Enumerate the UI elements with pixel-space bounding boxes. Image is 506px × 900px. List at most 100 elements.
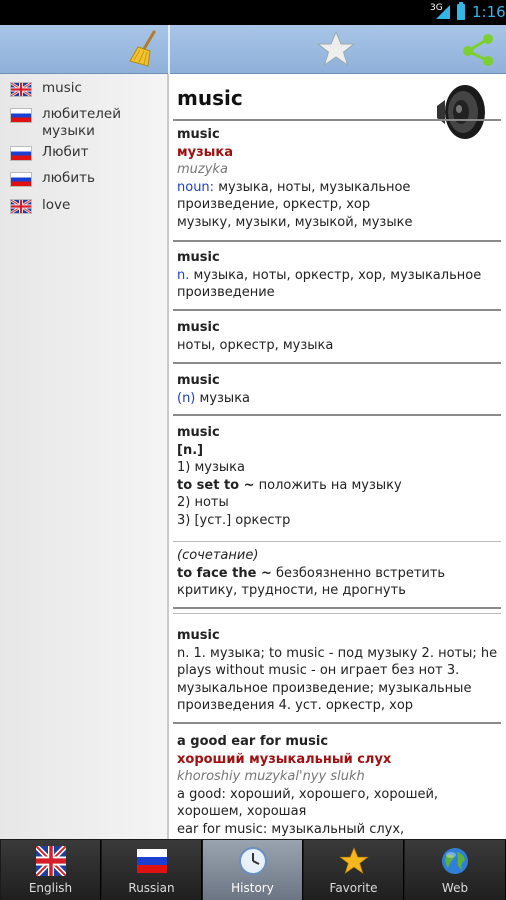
broom-icon[interactable] xyxy=(124,29,164,69)
entry-forms: музыку, музыки, музыкой, музыке xyxy=(177,214,413,230)
entry-definition: n. музыка, ноты, оркестр, хор, музыкальн… xyxy=(177,267,499,302)
sense-text: положить на музыку xyxy=(254,477,402,493)
dictionary-entry: (сочетание) to face the ~ безбоязненно в… xyxy=(177,547,499,600)
part-of-speech: (n) xyxy=(177,390,196,406)
signal-icon xyxy=(436,5,450,19)
sense-number: 2) xyxy=(177,495,191,510)
phrase: to face the ~ xyxy=(177,565,272,581)
history-item[interactable]: любителей музыки xyxy=(0,106,167,144)
entry-definition: noun: музыка, ноты, музыкальное произвед… xyxy=(177,179,499,214)
divider xyxy=(173,309,501,311)
entry-note: (сочетание) xyxy=(177,548,259,563)
toolbar-divider xyxy=(168,25,170,74)
history-item-label: Любит xyxy=(42,144,89,160)
share-icon[interactable] xyxy=(460,31,496,67)
divider xyxy=(173,541,501,542)
history-item-label: love xyxy=(42,197,71,213)
divider xyxy=(173,362,501,364)
divider xyxy=(173,607,501,609)
history-item-label: любителей музыки xyxy=(42,106,121,139)
tab-russian[interactable]: Russian xyxy=(102,840,202,900)
history-sidebar: music любителей музыки Любит любить love xyxy=(0,74,169,839)
entry-tag: [n.] xyxy=(177,442,204,458)
sense-line: 3) [уст.] оркестр xyxy=(177,512,499,530)
russia-flag-icon xyxy=(10,172,32,187)
russia-flag-icon xyxy=(137,849,167,873)
battery-icon xyxy=(457,2,465,20)
bottom-tab-bar: English Russian History Favorite Web xyxy=(0,839,506,900)
tab-label: History xyxy=(231,881,274,895)
divider xyxy=(173,240,501,242)
entry-transliteration: muzyka xyxy=(177,162,228,177)
dictionary-entry: music (n) музыка xyxy=(177,372,499,407)
phrase: to set to ~ xyxy=(177,477,255,493)
entry-definition: (n) музыка xyxy=(177,390,499,408)
sense-number: 3) xyxy=(177,512,191,528)
sense-text: ноты xyxy=(190,495,229,510)
entry-transliteration: khoroshiy muzykal'nyy slukh xyxy=(177,769,365,784)
dictionary-entry: music n. 1. музыка; to music - под музык… xyxy=(177,627,499,715)
tab-web[interactable]: Web xyxy=(405,840,506,900)
russia-flag-icon xyxy=(10,108,32,123)
entry-word: music xyxy=(177,127,220,142)
entry-word: a good ear for music xyxy=(177,734,329,749)
clock-time: 1:16 xyxy=(472,3,506,21)
sense-number: 1) xyxy=(177,460,191,475)
entry-word: music xyxy=(177,250,220,265)
tab-label: Web xyxy=(441,881,469,895)
entry-translation: хороший музыкальный слух xyxy=(177,751,392,767)
history-item[interactable]: love xyxy=(0,197,167,219)
sense-text: музыка xyxy=(190,460,245,475)
translation-pane: music music музыка muzyka noun: музыка, … xyxy=(169,74,506,839)
divider xyxy=(173,414,501,416)
sense-line: 1) музыка xyxy=(177,459,499,477)
divider xyxy=(173,722,501,724)
favorite-star-icon[interactable] xyxy=(316,29,356,69)
entry-word: music xyxy=(177,425,220,440)
tab-label: Russian xyxy=(128,881,175,895)
entry-text: музыка, ноты, оркестр, хор, музыкальное … xyxy=(177,267,482,301)
word-title: music xyxy=(177,86,243,110)
dictionary-entry: a good ear for music хороший музыкальный… xyxy=(177,733,499,838)
uk-flag-icon xyxy=(36,846,66,876)
history-item[interactable]: music xyxy=(0,80,167,102)
tab-label: Favorite xyxy=(329,881,378,895)
entry-word: music xyxy=(177,628,220,643)
dictionary-entry: music музыка muzyka noun: музыка, ноты, … xyxy=(177,126,499,231)
history-item-label: любить xyxy=(42,170,95,186)
tab-favorite[interactable]: Favorite xyxy=(304,840,404,900)
entry-word: music xyxy=(177,320,220,335)
entry-text: ноты, оркестр, музыка xyxy=(177,337,334,353)
sense-line: 2) ноты xyxy=(177,494,499,512)
star-icon xyxy=(339,847,369,874)
history-item[interactable]: Любит xyxy=(0,144,167,166)
sense-line: to set to ~ положить на музыку xyxy=(177,477,499,495)
entry-text: музыка xyxy=(195,390,251,406)
part-of-speech: n. xyxy=(177,267,190,283)
status-bar: 3G 1:16 xyxy=(0,0,506,25)
history-item[interactable]: любить xyxy=(0,170,167,192)
tab-label: English xyxy=(28,881,73,895)
uk-flag-icon xyxy=(10,82,32,97)
dictionary-entry: music ноты, оркестр, музыка xyxy=(177,319,499,354)
tab-english[interactable]: English xyxy=(1,840,101,900)
entry-definition: to face the ~ безбоязненно встретить кри… xyxy=(177,565,499,600)
entry-word: music xyxy=(177,373,220,388)
dictionary-entry: music [n.] 1) музыка to set to ~ положит… xyxy=(177,424,499,529)
entry-text: ear for music: музыкальный слух, xyxy=(177,821,405,837)
sense-text: [уст.] оркестр xyxy=(190,512,291,528)
russia-flag-icon xyxy=(10,146,32,161)
entry-text: n. 1. музыка; to music - под музыку 2. н… xyxy=(177,645,498,714)
globe-icon xyxy=(442,848,468,874)
clock-icon xyxy=(239,847,267,875)
toolbar xyxy=(0,25,506,74)
divider xyxy=(173,119,501,121)
history-item-label: music xyxy=(42,80,82,96)
dictionary-entry: music n. музыка, ноты, оркестр, хор, муз… xyxy=(177,249,499,302)
uk-flag-icon xyxy=(10,199,32,214)
divider xyxy=(173,613,501,614)
tab-history[interactable]: History xyxy=(203,840,303,900)
entry-translation: музыка xyxy=(177,144,234,160)
entry-text: a good: хороший, хорошего, хорошей, хоро… xyxy=(177,786,439,820)
part-of-speech: noun: xyxy=(177,179,215,195)
